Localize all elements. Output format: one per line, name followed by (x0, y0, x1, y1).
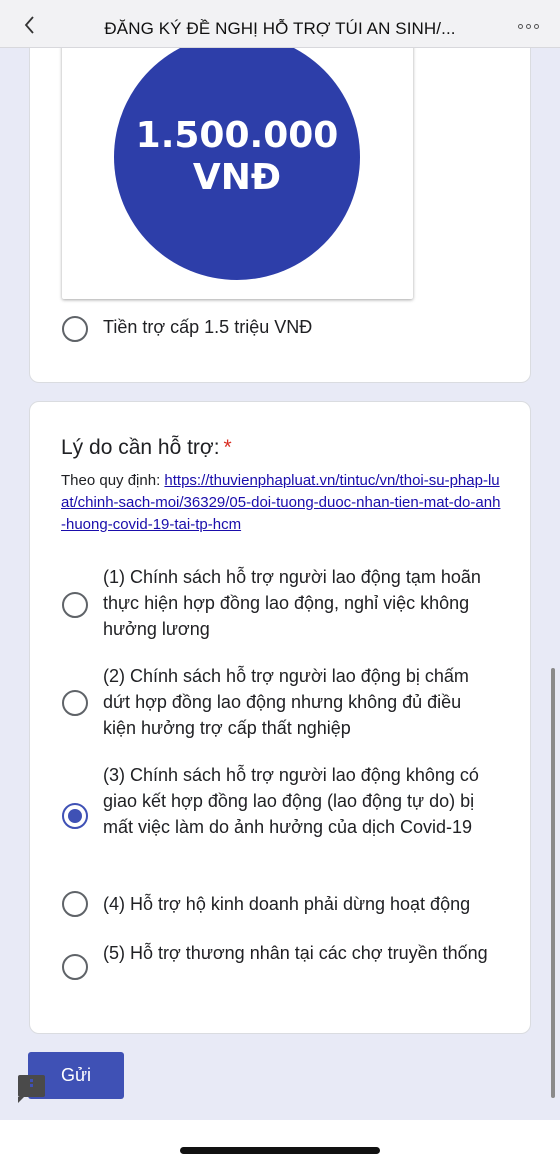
more-horizontal-icon (518, 23, 523, 29)
option-label-allowance: Tiền trợ cấp 1.5 triệu VNĐ (103, 317, 313, 337)
bottom-safe-area (0, 1120, 560, 1163)
radio-option-1[interactable] (62, 592, 88, 618)
radio-option-3[interactable] (62, 803, 88, 829)
question-title: Lý do cần hỗ trợ: * (61, 436, 232, 459)
radio-option-4[interactable] (62, 891, 88, 917)
radio-option-2[interactable] (62, 690, 88, 716)
option-label-3: (3) Chính sách hỗ trợ người lao động khô… (103, 765, 479, 837)
coin-amount: 1.500.000 (135, 115, 339, 156)
option-label-4: (4) Hỗ trợ hộ kinh doanh phải dừng hoạt … (103, 894, 471, 914)
option-label-5: (5) Hỗ trợ thương nhân tại các chợ truyề… (103, 943, 488, 963)
top-app-bar: ĐĂNG KÝ ĐỀ NGHỊ HỖ TRỢ TÚI AN SINH/... (0, 0, 560, 48)
page-title: ĐĂNG KÝ ĐỀ NGHỊ HỖ TRỢ TÚI AN SINH/... (104, 19, 456, 38)
option-label-2: (2) Chính sách hỗ trợ người lao động bị … (103, 666, 469, 738)
radio-option-allowance[interactable] (62, 316, 88, 342)
option-image: 1.500.000 VNĐ (62, 11, 413, 299)
radio-option-5[interactable] (62, 954, 88, 980)
chevron-left-icon (24, 16, 34, 34)
back-button[interactable] (16, 12, 42, 38)
question-card: Lý do cần hỗ trợ: * Theo quy định: https:… (29, 401, 531, 1034)
required-asterisk: * (223, 436, 232, 459)
option-label-1: (1) Chính sách hỗ trợ người lao động tạm… (103, 567, 481, 639)
more-options-button[interactable] (518, 21, 544, 31)
scrollbar[interactable] (551, 668, 555, 1098)
home-indicator[interactable] (180, 1147, 380, 1154)
feedback-icon[interactable] (18, 1075, 45, 1103)
coin-currency: VNĐ (192, 157, 282, 198)
coin-graphic: 1.500.000 VNĐ (114, 34, 360, 280)
question-description: Theo quy định: https://thuvienphapluat.v… (61, 472, 501, 533)
image-option-card: 1.500.000 VNĐ Tiền trợ cấp 1.5 triệu VNĐ (29, 10, 531, 383)
